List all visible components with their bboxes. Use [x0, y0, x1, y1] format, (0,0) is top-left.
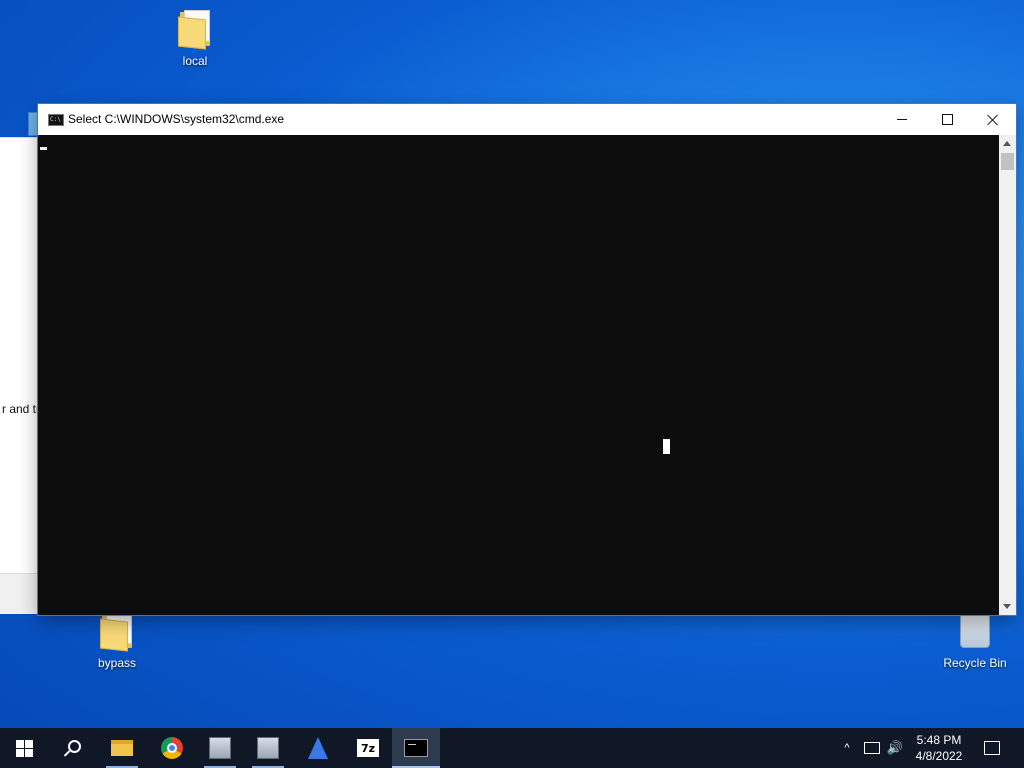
notification-icon — [984, 741, 1000, 755]
network-icon — [864, 742, 880, 754]
search-button[interactable] — [48, 728, 96, 768]
taskbar-app-2[interactable] — [244, 728, 292, 768]
desktop-icon-local[interactable]: local — [155, 10, 235, 68]
file-explorer-icon — [111, 740, 133, 756]
scroll-up-icon[interactable] — [1003, 141, 1011, 146]
recycle-bin-icon — [955, 612, 995, 654]
system-clock[interactable]: 5:48 PM 4/8/2022 — [906, 732, 972, 764]
console-area[interactable] — [38, 135, 999, 615]
close-icon — [987, 114, 999, 126]
desktop-icon-bypass[interactable]: bypass — [77, 612, 157, 670]
clock-date: 4/8/2022 — [915, 749, 963, 763]
chevron-up-icon: ^ — [844, 742, 850, 754]
window-title: Select C:\WINDOWS\system32\cmd.exe — [68, 112, 285, 126]
search-icon — [64, 740, 81, 756]
windows-start-icon — [15, 739, 33, 757]
desktop-icon-recycle-bin[interactable]: Recycle Bin — [935, 612, 1015, 670]
taskbar-wireshark[interactable] — [294, 728, 342, 768]
folder-icon — [175, 10, 215, 52]
taskbar-7zip[interactable]: 7z — [344, 728, 392, 768]
minimize-icon — [897, 119, 907, 120]
taskbar-file-explorer[interactable] — [98, 728, 146, 768]
chrome-icon — [161, 737, 183, 759]
scroll-down-icon[interactable] — [1003, 604, 1011, 609]
app-icon — [209, 737, 231, 759]
taskbar-app-1[interactable] — [196, 728, 244, 768]
volume-icon: 🔊 — [886, 740, 904, 755]
minimize-button[interactable] — [879, 104, 925, 135]
cmd-app-icon[interactable] — [48, 114, 64, 126]
selection-cursor — [40, 147, 47, 150]
start-button[interactable] — [0, 728, 48, 768]
taskbar-chrome[interactable] — [148, 728, 196, 768]
network-button[interactable] — [862, 728, 882, 768]
close-button[interactable] — [970, 104, 1016, 135]
vertical-scrollbar[interactable] — [999, 135, 1016, 615]
volume-button[interactable]: 🔊 — [884, 728, 906, 768]
background-window-footer — [0, 573, 40, 614]
text-caret — [663, 439, 670, 454]
maximize-icon — [941, 114, 953, 125]
command-prompt-icon — [404, 739, 428, 757]
action-center-button[interactable] — [978, 728, 1006, 768]
desktop-icon-label: local — [182, 54, 208, 68]
folder-icon — [97, 612, 137, 654]
desktop-icon-label: Recycle Bin — [943, 656, 1007, 670]
wireshark-icon — [308, 737, 328, 759]
taskbar-command-prompt[interactable] — [392, 728, 440, 768]
show-hidden-icons-button[interactable]: ^ — [838, 728, 856, 768]
maximize-button[interactable] — [924, 104, 970, 135]
title-bar[interactable]: Select C:\WINDOWS\system32\cmd.exe — [38, 104, 1016, 135]
7zip-icon: 7z — [357, 739, 379, 757]
taskbar: 7z ^ 🔊 5:48 PM 4/8/2022 — [0, 728, 1024, 768]
scroll-thumb[interactable] — [1001, 153, 1014, 170]
clock-time: 5:48 PM — [916, 733, 962, 747]
cmd-window[interactable]: Select C:\WINDOWS\system32\cmd.exe — [38, 104, 1016, 615]
app-icon — [257, 737, 279, 759]
desktop-icon-label: bypass — [97, 656, 137, 670]
background-window[interactable]: r and try — [0, 137, 46, 614]
